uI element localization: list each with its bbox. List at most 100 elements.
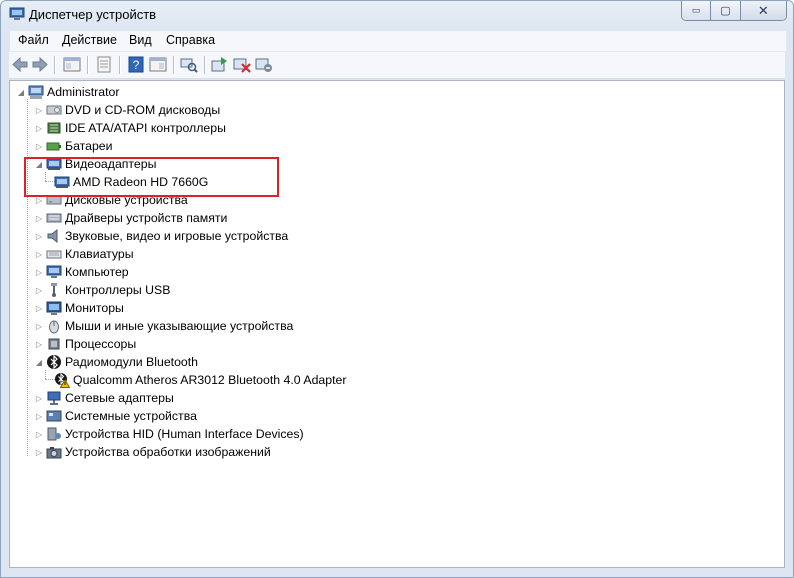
system-device-icon — [46, 410, 62, 422]
computer-icon — [46, 265, 62, 278]
device-category[interactable]: ▷ Контроллеры USB — [34, 281, 170, 299]
device-category[interactable]: ▷ Клавиатуры — [34, 245, 134, 263]
device-category-label: Сетевые адаптеры — [65, 391, 174, 405]
maximize-button[interactable]: ▢ — [710, 1, 740, 20]
collapse-arrow-icon[interactable]: ◢ — [34, 353, 44, 371]
device-category-label: Компьютер — [65, 265, 129, 279]
device-manager-window: Диспетчер устройств ▭ ▢ ✕ Файл Действие … — [0, 0, 794, 578]
scan-hardware-icon[interactable] — [180, 56, 198, 73]
battery-icon — [46, 142, 61, 151]
device-category-label: Системные устройства — [65, 409, 197, 423]
device-category-label: Устройства обработки изображений — [65, 445, 271, 459]
device-item-label: Qualcomm Atheros AR3012 Bluetooth 4.0 Ad… — [73, 373, 347, 387]
expand-arrow-icon[interactable]: ▷ — [34, 317, 44, 335]
device-category[interactable]: ▷ Сетевые адаптеры — [34, 389, 174, 407]
device-category-label: Контроллеры USB — [65, 283, 171, 297]
monitor-icon — [46, 301, 62, 315]
menu-action[interactable]: Действие — [58, 33, 121, 47]
menu-view[interactable]: Вид — [125, 33, 156, 47]
expand-arrow-icon[interactable]: ▷ — [34, 443, 44, 461]
title-bar[interactable]: Диспетчер устройств ▭ ▢ ✕ — [1, 1, 793, 29]
expand-arrow-icon[interactable]: ▷ — [34, 389, 44, 407]
expand-arrow-icon[interactable]: ▷ — [34, 101, 44, 119]
device-category-label: Устройства HID (Human Interface Devices) — [65, 427, 304, 441]
close-button[interactable]: ✕ — [739, 1, 786, 20]
menu-bar: Файл Действие Вид Справка — [9, 30, 787, 52]
expand-arrow-icon[interactable]: ▷ — [34, 407, 44, 425]
console-tree-icon[interactable] — [149, 56, 167, 73]
forward-icon[interactable] — [31, 56, 49, 73]
collapse-arrow-icon[interactable]: ◢ — [16, 83, 26, 101]
expand-arrow-icon[interactable]: ▷ — [34, 299, 44, 317]
device-category[interactable]: ▷ Системные устройства — [34, 407, 197, 425]
device-category-label: Звуковые, видео и игровые устройства — [65, 229, 289, 243]
toolbar-separator — [87, 56, 89, 74]
expand-arrow-icon[interactable]: ▷ — [34, 119, 44, 137]
device-category-label: Мониторы — [65, 301, 124, 315]
device-category[interactable]: ▷ Батареи — [34, 137, 113, 155]
device-category[interactable]: ▷ DVD и CD-ROM дисководы — [34, 101, 220, 119]
device-category[interactable]: ▷ Устройства HID (Human Interface Devices… — [34, 425, 304, 443]
speaker-icon — [47, 228, 58, 244]
window-title: Диспетчер устройств — [29, 7, 157, 22]
device-category[interactable]: ▷ Процессоры — [34, 335, 136, 353]
caption-buttons: ▭ ▢ ✕ — [681, 1, 787, 21]
expand-arrow-icon[interactable]: ▷ — [34, 263, 44, 281]
network-adapter-icon — [47, 391, 61, 405]
expand-arrow-icon[interactable]: ▷ — [34, 425, 44, 443]
bluetooth-warning-icon — [55, 372, 70, 388]
expand-arrow-icon[interactable]: ▷ — [34, 209, 44, 227]
menu-file[interactable]: Файл — [14, 33, 53, 47]
status-bar — [9, 567, 785, 577]
toolbar-separator — [119, 56, 121, 74]
processor-icon — [48, 338, 60, 350]
device-category[interactable]: ▷ IDE ATA/ATAPI контроллеры — [34, 119, 226, 137]
update-driver-icon[interactable] — [211, 56, 229, 73]
maximize-icon: ▢ — [720, 5, 731, 17]
toolbar-separator — [204, 56, 206, 74]
device-category-label: Радиомодули Bluetooth — [65, 355, 199, 369]
show-hidden-icon[interactable] — [95, 56, 113, 73]
ide-controller-icon — [47, 122, 61, 134]
usb-icon — [51, 283, 57, 297]
device-manager-app-icon — [9, 7, 25, 20]
toolbar-separator — [54, 56, 56, 74]
minimize-button[interactable]: ▭ — [682, 1, 711, 20]
toolbar: ? — [9, 52, 785, 79]
expand-arrow-icon[interactable]: ▷ — [34, 137, 44, 155]
expand-arrow-icon[interactable]: ▷ — [34, 227, 44, 245]
device-category[interactable]: ▷ Драйверы устройств памяти — [34, 209, 227, 227]
device-category[interactable]: ◢ Радиомодули Bluetooth — [34, 353, 198, 371]
device-category-label: DVD и CD-ROM дисководы — [65, 103, 221, 117]
close-icon: ✕ — [757, 2, 769, 18]
computer-icon — [28, 85, 44, 99]
device-item[interactable]: Qualcomm Atheros AR3012 Bluetooth 4.0 Ad… — [54, 371, 346, 389]
device-category-label: Клавиатуры — [65, 247, 134, 261]
device-tree-panel: ◢ Administrator ▷ DVD и CD-ROM дисководы ▷… — [9, 80, 785, 568]
device-category[interactable]: ▷ Звуковые, видео и игровые устройства — [34, 227, 288, 245]
tree-guide-line — [27, 99, 28, 456]
toolbar-separator — [173, 56, 175, 74]
disable-device-icon[interactable] — [255, 56, 273, 73]
device-category-label: Процессоры — [65, 337, 137, 351]
help-icon[interactable]: ? — [127, 56, 145, 73]
back-icon[interactable] — [11, 56, 29, 73]
expand-arrow-icon[interactable]: ▷ — [34, 335, 44, 353]
device-category-label: IDE ATA/ATAPI контроллеры — [65, 121, 226, 135]
minimize-icon: ▭ — [691, 5, 701, 15]
device-category[interactable]: ▷ Компьютер — [34, 263, 129, 281]
tree-root[interactable]: ◢ Administrator — [16, 83, 119, 101]
device-category-label: Мыши и иные указывающие устройства — [65, 319, 294, 333]
device-category[interactable]: ▷ Мониторы — [34, 299, 124, 317]
properties-pane-icon[interactable] — [63, 56, 81, 73]
device-category[interactable]: ▷ Устройства обработки изображений — [34, 443, 271, 461]
imaging-device-icon — [46, 447, 62, 459]
device-category[interactable]: ▷ Мыши и иные указывающие устройства — [34, 317, 293, 335]
expand-arrow-icon[interactable]: ▷ — [34, 245, 44, 263]
uninstall-device-icon[interactable] — [233, 56, 251, 73]
dvd-drive-icon — [46, 105, 62, 115]
tree-guide-line — [45, 370, 46, 379]
menu-help[interactable]: Справка — [162, 33, 219, 47]
expand-arrow-icon[interactable]: ▷ — [34, 281, 44, 299]
mouse-icon — [49, 320, 59, 334]
